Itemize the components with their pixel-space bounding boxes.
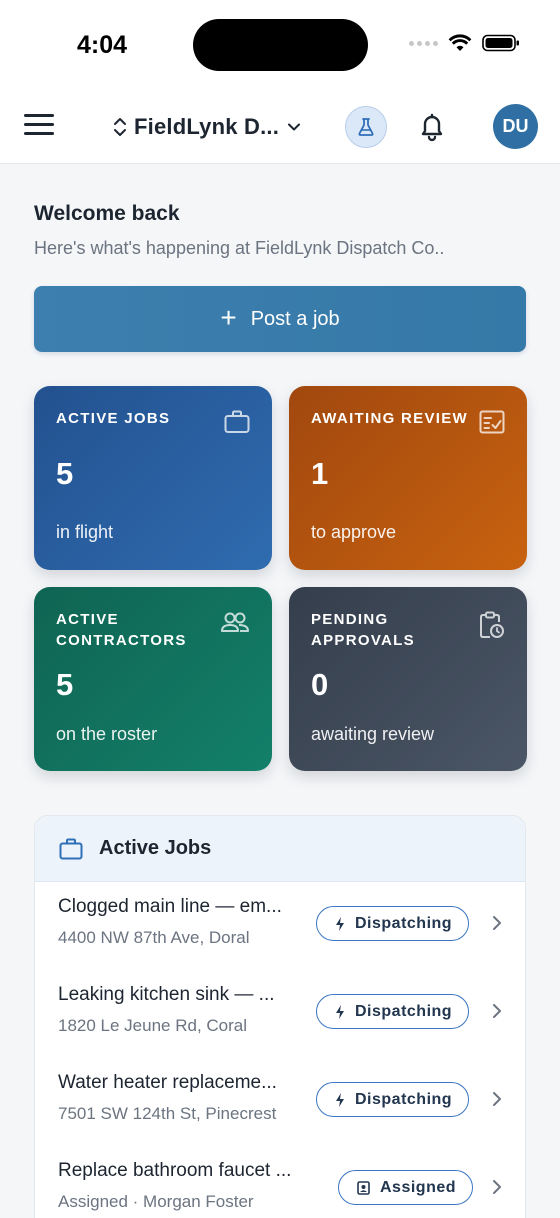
- page-subtitle: Here's what's happening at FieldLynk Dis…: [34, 238, 445, 258]
- job-address: 4400 NW 87th Ave, Doral: [58, 928, 250, 947]
- stat-card-active-jobs[interactable]: ACTIVE JOBS 5 in flight: [34, 386, 272, 570]
- chevron-right-icon: [493, 916, 501, 930]
- briefcase-icon: [59, 838, 83, 859]
- notifications-button[interactable]: [416, 110, 448, 144]
- status-badge-label: Dispatching: [355, 1002, 453, 1020]
- clipboard-clock-icon: [480, 611, 504, 638]
- chevron-right-icon: [493, 1004, 501, 1018]
- chevron-down-icon: [288, 123, 301, 131]
- wifi-icon: [448, 34, 472, 51]
- job-row[interactable]: Water heater replaceme... 7501 SW 124th …: [35, 1058, 525, 1146]
- chevron-right-icon: [493, 1180, 501, 1194]
- stat-value: 5: [56, 456, 74, 491]
- active-jobs-panel: Active Jobs Clogged main line — em... 44…: [34, 815, 526, 1218]
- plus-icon: +: [220, 301, 237, 333]
- stat-label: PENDING APPROVALS: [311, 611, 415, 649]
- stat-card-awaiting-review[interactable]: AWAITING REVIEW 1 to approve: [289, 386, 527, 570]
- job-title: Replace bathroom faucet ...: [58, 1160, 292, 1181]
- stat-caption: awaiting review: [311, 724, 435, 744]
- job-assignee: Assigned · Morgan Foster: [58, 1192, 254, 1211]
- page-title: Welcome back: [34, 202, 180, 225]
- status-badge: Dispatching: [316, 994, 470, 1029]
- job-title: Clogged main line — em...: [58, 896, 282, 917]
- job-row[interactable]: Replace bathroom faucet ... Assigned · M…: [35, 1146, 525, 1218]
- status-icons: [409, 34, 520, 52]
- stat-value: 0: [311, 667, 329, 702]
- lightning-icon: [336, 1092, 344, 1107]
- active-jobs-header: Active Jobs: [35, 816, 525, 882]
- stat-label: ACTIVE JOBS: [56, 410, 171, 427]
- status-badge-label: Dispatching: [355, 914, 453, 932]
- status-badge-label: Assigned: [380, 1178, 457, 1196]
- stat-value: 1: [311, 456, 329, 491]
- stat-caption: on the roster: [56, 724, 158, 744]
- app-header: FieldLynk D... DU: [0, 90, 560, 164]
- battery-icon: [482, 34, 519, 52]
- stat-label: AWAITING REVIEW: [311, 410, 469, 427]
- status-badge: Dispatching: [316, 906, 470, 941]
- dynamic-island: [193, 19, 368, 71]
- lightning-icon: [336, 916, 344, 931]
- post-job-button[interactable]: + Post a job: [34, 286, 526, 352]
- job-title: Leaking kitchen sink — ...: [58, 984, 275, 1005]
- users-icon: [221, 612, 249, 632]
- job-title: Water heater replaceme...: [58, 1072, 277, 1093]
- stat-caption: to approve: [311, 522, 397, 542]
- flask-button[interactable]: [345, 106, 387, 148]
- status-badge: Assigned: [338, 1170, 474, 1205]
- org-switcher[interactable]: FieldLynk D...: [112, 110, 303, 144]
- id-badge-icon: [357, 1180, 370, 1195]
- job-row[interactable]: Leaking kitchen sink — ... 1820 Le Jeune…: [35, 970, 525, 1058]
- stat-value: 5: [56, 667, 74, 702]
- stat-caption: in flight: [56, 522, 114, 542]
- status-badge-label: Dispatching: [355, 1090, 453, 1108]
- job-address: 7501 SW 124th St, Pinecrest: [58, 1104, 277, 1123]
- avatar[interactable]: DU: [493, 104, 538, 149]
- hamburger-icon: [24, 114, 54, 117]
- review-checklist-icon: [479, 410, 505, 434]
- post-job-label: Post a job: [250, 307, 340, 330]
- chevron-right-icon: [493, 1092, 501, 1106]
- job-address: 1820 Le Jeune Rd, Coral: [58, 1016, 248, 1035]
- lightning-icon: [336, 1004, 344, 1019]
- status-time: 4:04: [77, 31, 128, 59]
- flask-icon: [358, 118, 374, 136]
- active-jobs-title: Active Jobs: [99, 837, 212, 859]
- sort-updown-icon: [114, 118, 126, 136]
- bell-icon: [421, 113, 443, 142]
- briefcase-icon: [224, 410, 250, 433]
- job-row[interactable]: Clogged main line — em... 4400 NW 87th A…: [35, 882, 525, 970]
- org-name: FieldLynk D...: [134, 114, 280, 139]
- status-badge: Dispatching: [316, 1082, 470, 1117]
- stat-label: ACTIVE CONTRACTORS: [56, 611, 187, 649]
- stat-card-pending-approvals[interactable]: PENDING APPROVALS 0 awaiting review: [289, 587, 527, 771]
- stat-card-active-contractors[interactable]: ACTIVE CONTRACTORS 5 on the roster: [34, 587, 272, 771]
- status-bar: 4:04: [0, 0, 560, 90]
- menu-button[interactable]: [24, 114, 54, 138]
- signal-icon: [409, 40, 438, 46]
